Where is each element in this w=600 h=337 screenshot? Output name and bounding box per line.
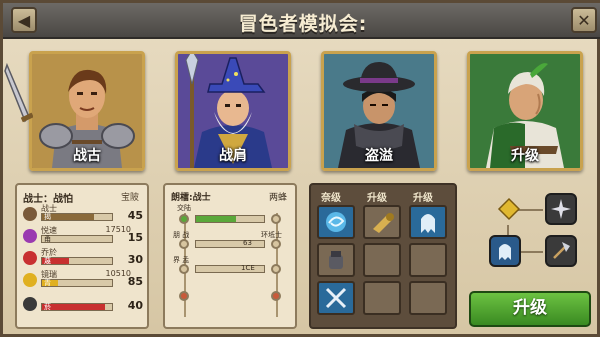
- stat-row: 悦速 17510 甬 15: [23, 225, 145, 248]
- item-slot[interactable]: [409, 281, 447, 315]
- skill-number: 63: [243, 239, 252, 247]
- stat-bar: 菸: [41, 303, 113, 311]
- stat-bar: 青: [41, 279, 113, 287]
- item-slot[interactable]: [363, 205, 401, 239]
- skill-number: 1CE: [241, 264, 255, 272]
- ghost-icon: [499, 244, 511, 260]
- skill-node[interactable]: [271, 264, 281, 274]
- item-slot[interactable]: [317, 243, 355, 277]
- compass-icon: [551, 199, 571, 219]
- tab-upgrade-3[interactable]: 升级: [413, 189, 433, 204]
- skill-header: 朗檑:战士: [171, 193, 211, 203]
- stat-bar: 蔑: [41, 257, 113, 265]
- stats-header-right: 宝陂: [120, 193, 139, 203]
- item-slot[interactable]: [363, 281, 401, 315]
- tree-node-gold[interactable]: [493, 193, 525, 225]
- stat-bar-tag: 甬: [44, 235, 51, 243]
- close-button[interactable]: ✕: [571, 7, 597, 33]
- skill-label: 交陆: [177, 204, 191, 212]
- item-slot[interactable]: [317, 205, 355, 239]
- horn-icon: [373, 213, 394, 233]
- tree-node-ghost[interactable]: [489, 235, 521, 267]
- item-slot[interactable]: [409, 243, 447, 277]
- hero-card-ranger[interactable]: 升级: [467, 51, 583, 171]
- skill-node[interactable]: [271, 214, 281, 224]
- stat-value: 15: [127, 231, 143, 244]
- stat-bar-tag: 蔑: [44, 257, 51, 265]
- hero-card-warrior[interactable]: 战古: [29, 51, 145, 171]
- hero-card-wizard[interactable]: 战肩: [175, 51, 291, 171]
- skill-node[interactable]: [179, 239, 189, 249]
- fire-icon: [23, 251, 37, 265]
- upgrade-panel: 奈级 升级 升级: [309, 183, 457, 329]
- hero-name: 升级: [511, 148, 539, 164]
- stat-row: 镜瑞 10510 青 85: [23, 269, 145, 292]
- speed-icon: [23, 229, 37, 243]
- stat-bar-fill: [42, 304, 105, 310]
- ghost-icon: [421, 214, 435, 233]
- skill-bar: [195, 240, 265, 248]
- tab-upgrade-1[interactable]: 奈级: [321, 189, 341, 204]
- hero-card-rogue[interactable]: 盗溢: [321, 51, 437, 171]
- shield-icon: [23, 207, 37, 221]
- item-slot[interactable]: [363, 243, 401, 277]
- skill-node[interactable]: [271, 291, 281, 301]
- page-title: 冒色者模拟会:: [238, 13, 368, 35]
- stat-row: 菸 40: [23, 294, 145, 316]
- stat-bar-tag: 菸: [44, 303, 51, 311]
- stat-bar: 甬: [41, 235, 113, 243]
- tree-node-compass[interactable]: [545, 193, 577, 225]
- stat-bar-tag: 揭: [44, 213, 51, 221]
- skill-bar-fill: [196, 216, 236, 222]
- stat-row: 战士 揭 45: [23, 204, 145, 226]
- stat-value: 85: [127, 275, 143, 288]
- crossed-swords-icon: [325, 287, 347, 309]
- tree-node-axe[interactable]: [545, 235, 577, 267]
- skill-node[interactable]: [179, 214, 189, 224]
- axe-icon: [553, 242, 570, 259]
- hero-name: 战古: [73, 148, 101, 164]
- item-slot[interactable]: [317, 281, 355, 315]
- top-bar: ◀ 冒色者模拟会: ✕: [3, 3, 600, 39]
- skill-node[interactable]: [179, 264, 189, 274]
- stat-bar-tag: 青: [44, 279, 51, 287]
- skill-label: 环坻士: [261, 231, 282, 239]
- skill-panel: 朗檑:战士 两蜂 交陆 朋 战 环坻士 63 界 孟 1CE: [163, 183, 297, 329]
- armor-icon: [23, 297, 37, 311]
- hero-name: 战肩: [219, 148, 247, 164]
- stat-row: 乔於 蔑 30: [23, 248, 145, 270]
- tab-upgrade-2[interactable]: 升级: [367, 189, 387, 204]
- coin-icon: [23, 273, 37, 287]
- skill-header-right: 两蜂: [268, 193, 287, 203]
- stat-value: 40: [127, 299, 143, 312]
- skill-node[interactable]: [271, 239, 281, 249]
- gauntlet-icon: [329, 251, 343, 269]
- skill-node[interactable]: [179, 291, 189, 301]
- sword-decoration: [4, 62, 33, 123]
- gold-diamond-icon: [497, 197, 521, 221]
- magic-swirl-icon: [326, 212, 346, 232]
- item-slot[interactable]: [409, 205, 447, 239]
- stat-value: 45: [127, 209, 143, 222]
- stat-value: 30: [127, 253, 143, 266]
- upgrade-button[interactable]: 升级: [469, 291, 591, 327]
- game-window: ◀ 冒色者模拟会: ✕ 战古 战肩 盗溢 升级 战士：战怕 宝陂 战士 揭 45…: [0, 0, 600, 337]
- skill-bar: [195, 215, 265, 223]
- stats-panel: 战士：战怕 宝陂 战士 揭 45 悦速 17510 甬 15 乔於 蔑 30 镜…: [15, 183, 149, 329]
- stat-bar: 揭: [41, 213, 113, 221]
- hero-name: 盗溢: [365, 148, 393, 164]
